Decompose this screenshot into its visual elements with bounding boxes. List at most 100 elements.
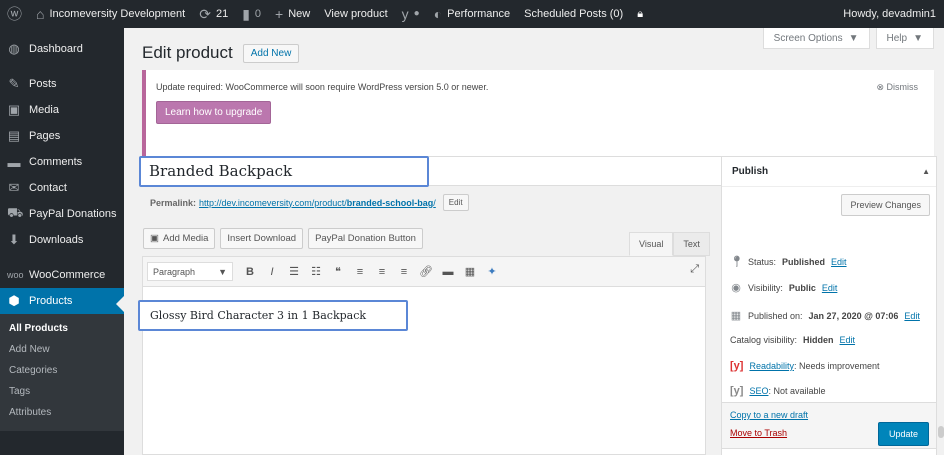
page-title: Edit product [142,43,233,62]
seo-link[interactable]: SEO [749,386,768,396]
current-menu-arrow [116,296,124,312]
woocommerce-update-notice: Update required: WooCommerce will soon r… [142,70,934,162]
publish-header[interactable]: Publish ▲ [722,157,936,187]
permalink-row: Permalink: http://dev.incomeversity.com/… [150,194,469,211]
page-title-row: Edit product Add New [142,43,300,63]
pin-icon: ✎ [8,76,20,91]
pages-icon: ▤ [7,128,21,143]
preview-changes-button[interactable]: Preview Changes [841,194,930,216]
post-content-text[interactable]: Glossy Bird Character 3 in 1 Backpack [138,300,408,331]
pin-icon: 📍︎ [730,256,744,268]
add-new-button[interactable]: Add New [242,43,300,63]
update-button[interactable]: Update [877,422,929,446]
fullscreen-icon[interactable]: ⤢ [690,263,699,276]
readability-row: [y] Readability: Needs improvement [730,360,880,372]
post-title-input[interactable]: Branded Backpack [139,156,429,187]
numbered-list-icon[interactable]: ☷ [305,265,327,278]
add-media-button[interactable]: ▣ Add Media [143,228,216,249]
scrollbar[interactable] [938,426,944,438]
align-left-icon[interactable]: ≡ [349,266,371,278]
products-submenu: All Products Add New Categories Tags Att… [0,314,124,431]
lock-icon: 🔒︎ [637,7,644,20]
my-account-link[interactable]: Howdy, devadmin1 [843,0,936,28]
updates-link[interactable]: ⟳ 21 [192,0,235,28]
toolbar-toggle-icon[interactable]: ▦ [459,265,481,278]
align-center-icon[interactable]: ≡ [371,266,393,278]
menu-woocommerce[interactable]: woo WooCommerce [0,262,124,288]
status-dot-icon: ● [413,8,420,19]
comments-link[interactable]: ▮ 0 [235,0,268,28]
paypal-icon[interactable]: ✦ [481,265,503,278]
yoast-seo-icon: [y] [730,385,744,397]
edit-status-link[interactable]: Edit [831,257,847,267]
insert-download-button[interactable]: Insert Download [220,228,304,249]
plus-icon: + [275,6,284,22]
menu-dashboard[interactable]: ◍ Dashboard [0,36,124,62]
edit-visibility-link[interactable]: Edit [822,283,838,293]
help-button[interactable]: Help ▼ [875,28,934,49]
eye-icon: ◉ [731,282,741,294]
scheduled-posts-link[interactable]: Scheduled Posts (0) [517,0,630,28]
menu-posts[interactable]: ✎ Posts [0,71,124,97]
copy-to-draft-link[interactable]: Copy to a new draft [730,410,808,420]
blockquote-icon[interactable]: ❝ [327,265,349,278]
comment-icon: ▮ [242,6,250,22]
site-name-link[interactable]: ⌂ Incomeversity Development [29,0,192,28]
format-select[interactable]: Paragraph ▼ [147,262,233,281]
performance-link[interactable]: ◐ Performance [427,0,517,28]
notice-text: Update required: WooCommerce will soon r… [156,82,489,92]
new-content-link[interactable]: + New [268,0,317,28]
menu-paypal-donations[interactable]: ⛟ PayPal Donations [0,201,124,227]
caret-down-icon: ▼ [913,32,923,44]
caret-down-icon: ▼ [848,32,859,44]
screen-options-button[interactable]: Screen Options ▼ [762,28,870,49]
view-product-link[interactable]: View product [317,0,394,28]
content-editor[interactable]: Paragraph ▼ B I ☰ ☷ ❝ ≡ ≡ ≡ 🔗︎ ▬ ▦ ✦ ⤢ [142,256,706,455]
menu-downloads[interactable]: ⬇ Downloads [0,227,124,253]
bold-icon[interactable]: B [239,266,261,278]
screen-meta-links: Screen Options ▼ Help ▼ [762,28,934,49]
performance-icon: ◐ [433,6,443,22]
publish-actions: Copy to a new draft Move to Trash Update [722,402,936,454]
tab-text[interactable]: Text [673,232,710,256]
tab-visual[interactable]: Visual [629,232,674,256]
italic-icon[interactable]: I [261,266,283,278]
learn-upgrade-button[interactable]: Learn how to upgrade [156,101,272,124]
submenu-add-new[interactable]: Add New [0,339,124,360]
submenu-categories[interactable]: Categories [0,360,124,381]
edit-permalink-button[interactable]: Edit [442,194,469,211]
lock-link[interactable]: 🔒︎ [630,0,650,28]
edit-catalog-link[interactable]: Edit [840,335,856,345]
menu-products[interactable]: ⬢ Products [0,288,124,314]
readability-link[interactable]: Readability [749,361,794,371]
wordpress-logo-icon[interactable]: ⓦ [0,0,29,28]
menu-contact[interactable]: ✉ Contact [0,175,124,201]
media-icon: ▣ [7,102,21,117]
menu-pages[interactable]: ▤ Pages [0,123,124,149]
visibility-row: ◉ Visibility: Public Edit [731,282,838,294]
link-icon[interactable]: 🔗︎ [415,265,437,278]
read-more-icon[interactable]: ▬ [437,266,459,278]
menu-comments[interactable]: ▬ Comments [0,149,124,175]
edit-date-link[interactable]: Edit [904,311,920,321]
submenu-tags[interactable]: Tags [0,381,124,402]
submenu-all-products[interactable]: All Products [0,318,124,339]
menu-media[interactable]: ▣ Media [0,97,124,123]
collapse-arrow-icon[interactable]: ▲ [922,157,930,187]
align-right-icon[interactable]: ≡ [393,266,415,278]
paypal-donation-button[interactable]: PayPal Donation Button [308,228,423,249]
main-content: Screen Options ▼ Help ▼ Edit product Add N… [124,28,944,455]
submenu-attributes[interactable]: Attributes [0,402,124,423]
bullet-list-icon[interactable]: ☰ [283,265,305,278]
yoast-menu[interactable]: y ● [395,0,427,28]
status-row: 📍︎ Status: Published Edit [730,256,847,268]
dismiss-notice-button[interactable]: ⊗ Dismiss [876,82,918,93]
mail-icon: ✉ [8,180,20,195]
move-to-trash-link[interactable]: Move to Trash [730,428,787,438]
download-icon: ⬇ [8,232,20,247]
dashboard-icon: ◍ [8,41,20,56]
media-buttons: ▣ Add Media Insert Download PayPal Donati… [143,228,423,249]
publish-box: Publish ▲ Preview Changes 📍︎ Status: Publis… [721,156,937,455]
next-meta-box [721,448,937,455]
permalink-url[interactable]: http://dev.incomeversity.com/product/bra… [199,198,436,208]
